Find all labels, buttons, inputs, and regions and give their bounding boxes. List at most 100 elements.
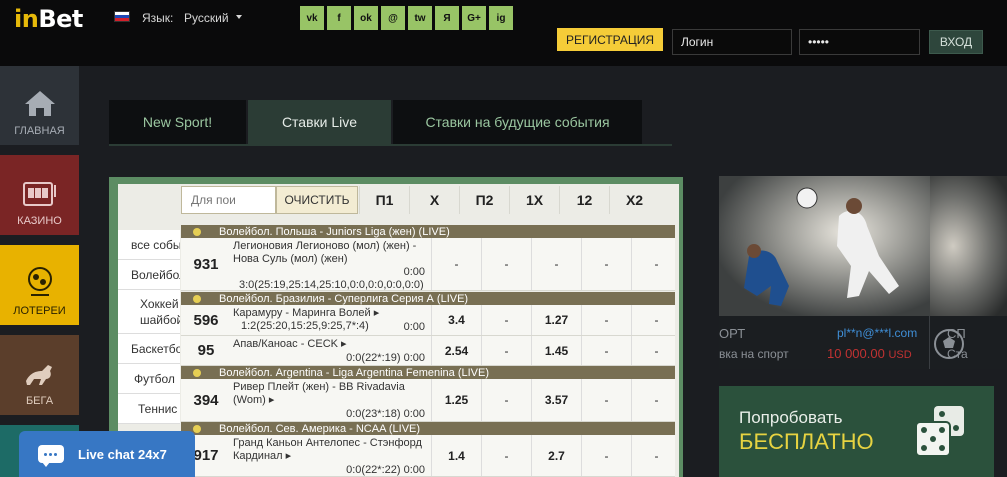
match-time: 0:0(22*:22) 0:00 — [346, 464, 425, 476]
match-number: 95 — [197, 342, 215, 359]
bet-type-tabs: New Sport! Ставки Live Ставки на будущие… — [109, 100, 672, 144]
column-header-1x: 1Х — [509, 186, 559, 214]
tab-live-bets[interactable]: Ставки Live — [248, 100, 391, 144]
match-time: 0:0(23*:18) 0:00 — [346, 408, 425, 420]
odd-cell[interactable]: - — [481, 435, 531, 476]
vk-icon[interactable]: vk — [300, 6, 324, 30]
volleyball-icon — [193, 227, 201, 236]
match-teams[interactable]: Гранд Каньон Антелопес - Стэнфорд Кардин… — [233, 437, 431, 463]
odd-cell[interactable]: - — [581, 336, 631, 365]
table-row[interactable]: 931 Легионовия Легионово (мол) (жен) - Н… — [181, 238, 675, 291]
odd-cell[interactable]: - — [631, 305, 675, 335]
live-chat-button[interactable]: Live chat 24x7 — [19, 431, 195, 477]
clear-button[interactable]: ОЧИСТИТЬ — [276, 186, 358, 214]
chevron-down-icon[interactable] — [236, 15, 242, 19]
football-player-image — [719, 176, 930, 316]
try-free-line1: Попробовать — [739, 408, 843, 427]
top-bar: inBet Язык: Русский vk f ok @ tw Я G+ ig… — [0, 0, 1007, 66]
odd-cell[interactable]: - — [481, 336, 531, 365]
odd-cell[interactable]: - — [481, 305, 531, 335]
match-teams[interactable]: Легионовия Легионово (мол) (жен) - Нова … — [233, 240, 431, 266]
match-teams[interactable]: Апав/Каноас - CECK ▸ — [233, 338, 431, 351]
sport-bets-banner[interactable]: ОРТ вка на спорт pl**n@***l.com 10 000.0… — [719, 176, 1007, 369]
try-free-line2: БЕСПЛАТНО — [739, 429, 874, 454]
league-header: Волейбол. Бразилия - Суперлига Серия А (… — [181, 292, 675, 305]
odd-cell[interactable]: - — [631, 336, 675, 365]
column-header-p2: П2 — [459, 186, 509, 214]
russian-flag-icon — [114, 11, 130, 22]
banner-title: ОРТ — [719, 326, 746, 341]
table-row[interactable]: 95 Апав/Каноас - CECK ▸ 0:0(22*:19) 0:00… — [181, 336, 675, 366]
column-header-x: Х — [409, 186, 459, 214]
password-input[interactable] — [799, 29, 920, 55]
volleyball-icon — [193, 424, 201, 433]
odd-cell[interactable]: 2.7 — [531, 435, 581, 476]
live-chat-label: Live chat 24x7 — [78, 446, 167, 462]
match-teams[interactable]: Ривер Плейт (жен) - BB Rivadavia (Wom) ▸ — [233, 381, 431, 407]
tabs-divider — [109, 144, 672, 146]
odd-cell[interactable]: - — [581, 379, 631, 421]
sidebar-item-label: ГЛАВНАЯ — [14, 125, 65, 137]
match-number: 596 — [193, 311, 219, 329]
logo[interactable]: inBet — [14, 5, 83, 33]
sidebar-item-label: КАЗИНО — [17, 215, 62, 227]
yandex-icon[interactable]: Я — [435, 6, 459, 30]
odd-cell[interactable]: 3.57 — [531, 379, 581, 421]
table-row[interactable]: 917 Гранд Каньон Антелопес - Стэнфорд Ка… — [181, 435, 675, 477]
sport-item-hockey[interactable]: Хоккей шайбой — [118, 290, 180, 334]
odd-cell[interactable]: - — [481, 238, 531, 290]
login-input[interactable] — [672, 29, 792, 55]
match-teams[interactable]: Карамуру - Маринга Волей ▸ — [233, 307, 431, 320]
odd-cell[interactable]: 1.45 — [531, 336, 581, 365]
horse-icon — [25, 365, 52, 385]
language-select[interactable]: Русский — [184, 11, 229, 25]
odd-cell[interactable]: 1.25 — [431, 379, 481, 421]
table-row[interactable]: 596 Карамуру - Маринга Волей ▸ 1:2(25:20… — [181, 305, 675, 336]
match-time: 0:00 — [403, 321, 425, 333]
odd-cell[interactable]: - — [631, 435, 675, 476]
odd-cell[interactable]: - — [631, 379, 675, 421]
mail-icon[interactable]: @ — [381, 6, 405, 30]
lottery-drum-icon — [27, 267, 52, 296]
match-number: 931 — [193, 255, 219, 273]
odd-cell[interactable]: 1.4 — [431, 435, 481, 476]
banner-second-title: СП — [947, 326, 966, 341]
login-button[interactable]: ВХОД — [929, 30, 983, 54]
odd-cell[interactable]: - — [581, 238, 631, 290]
sport-item-all[interactable]: все собы — [118, 230, 180, 260]
twitter-icon[interactable]: tw — [408, 6, 432, 30]
odd-cell[interactable]: - — [631, 238, 675, 290]
sidebar-item-race[interactable]: БЕГА — [0, 335, 79, 415]
odd-cell[interactable]: - — [581, 305, 631, 335]
search-input[interactable] — [181, 186, 276, 214]
instagram-icon[interactable]: ig — [489, 6, 513, 30]
table-row[interactable]: 394 Ривер Плейт (жен) - BB Rivadavia (Wo… — [181, 379, 675, 422]
google-plus-icon[interactable]: G+ — [462, 6, 486, 30]
sidebar-item-casino[interactable]: КАЗИНО — [0, 155, 79, 235]
odd-cell[interactable]: 1.27 — [531, 305, 581, 335]
language-label: Язык: — [142, 11, 174, 25]
tab-future-events[interactable]: Ставки на будущие события — [393, 100, 642, 144]
sport-item-volleyball[interactable]: Волейбол — [118, 260, 180, 290]
facebook-icon[interactable]: f — [327, 6, 351, 30]
odnoklassniki-icon[interactable]: ok — [354, 6, 378, 30]
odd-cell[interactable]: 2.54 — [431, 336, 481, 365]
match-time: 0:00 — [403, 266, 425, 278]
league-header: Волейбол. Argentina - Liga Argentina Fem… — [181, 366, 675, 379]
sport-item-label: шайбой — [140, 312, 180, 327]
tab-new-sport[interactable]: New Sport! — [109, 100, 246, 144]
league-header: Волейбол. Польша - Juniors Liga (жен) (L… — [181, 225, 675, 238]
sidebar-item-lottery[interactable]: ЛОТЕРЕИ — [0, 245, 79, 325]
sport-item-tennis[interactable]: Теннис — [118, 394, 180, 424]
match-number: 394 — [193, 391, 219, 409]
sport-item-basketball[interactable]: Баскетбо — [118, 334, 180, 364]
sport-item-football[interactable]: Футбол — [118, 364, 180, 394]
odd-cell[interactable]: - — [481, 379, 531, 421]
register-button[interactable]: РЕГИСТРАЦИЯ — [557, 28, 663, 51]
sidebar-item-home[interactable]: ГЛАВНАЯ — [0, 66, 79, 145]
odd-cell[interactable]: - — [581, 435, 631, 476]
home-icon — [24, 91, 55, 116]
odd-cell[interactable]: - — [431, 238, 481, 290]
odd-cell[interactable]: 3.4 — [431, 305, 481, 335]
odd-cell[interactable]: - — [531, 238, 581, 290]
